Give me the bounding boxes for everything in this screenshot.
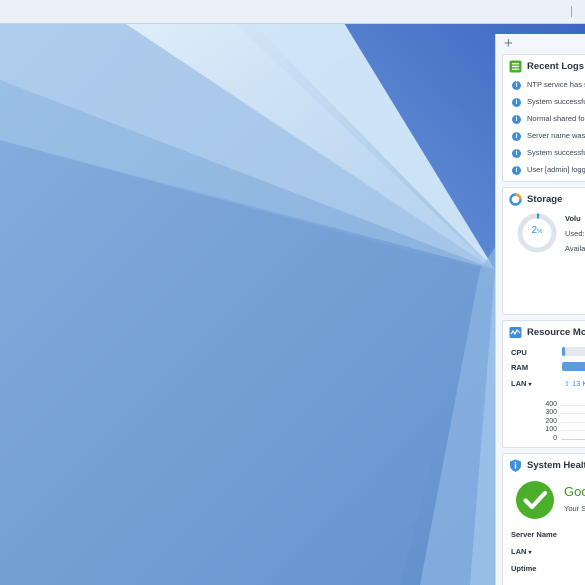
ram-usage-bar — [562, 362, 585, 371]
log-item[interactable]: i Normal shared fo — [512, 114, 585, 126]
health-status: Goo — [564, 484, 585, 499]
info-icon: i — [512, 114, 521, 124]
cpu-label: CPU — [511, 348, 527, 357]
storage-icon — [509, 193, 522, 206]
health-lan-selector[interactable]: LAN ▾ — [511, 547, 532, 556]
info-icon: i — [512, 165, 521, 175]
resource-monitor-icon — [509, 327, 522, 338]
chart-tick-label: 100 — [545, 426, 557, 433]
log-item[interactable]: i NTP service has s — [512, 80, 585, 92]
chart-tick-label: 400 — [545, 401, 557, 408]
chart-tick-label: 300 — [545, 409, 557, 416]
available-label: Availa — [565, 244, 585, 253]
resource-monitor-widget: Resource Mon CPU RAM LAN ▾ ⇧ 13 K 400 30… — [502, 320, 585, 448]
chart-baseline — [561, 439, 585, 440]
log-item[interactable]: i User [admin] logg — [512, 165, 585, 177]
volume-label: Volu — [565, 214, 581, 223]
cpu-usage-fill — [562, 347, 565, 356]
storage-title: Storage — [527, 194, 563, 205]
chart-gridline — [561, 405, 585, 406]
info-icon: i — [512, 148, 521, 158]
shield-icon — [510, 459, 521, 472]
used-label: Used: — [565, 229, 585, 238]
info-icon: i — [512, 131, 521, 141]
uptime-label: Uptime — [511, 564, 537, 573]
log-item[interactable]: i Server name was — [512, 131, 585, 143]
chart-gridline — [561, 422, 585, 423]
taskbar-divider — [571, 6, 572, 17]
server-name-label: Server Name — [511, 530, 557, 539]
chart-tick-label: 200 — [545, 418, 557, 425]
log-item[interactable]: i System successfu — [512, 97, 585, 109]
chart-tick-label: 0 — [553, 435, 557, 442]
system-health-title: System Healt — [527, 460, 585, 471]
system-health-widget: System Healt Goo Your S Server Name LAN … — [502, 453, 585, 585]
widget-panel: + Recent Logs i NTP service has s i System… — [495, 34, 585, 585]
caret-down-icon: ▾ — [528, 382, 532, 388]
check-icon — [516, 481, 554, 519]
log-item[interactable]: i System successfu — [512, 148, 585, 160]
storage-percent: 2% — [531, 225, 543, 236]
desktop-wallpaper: + Recent Logs i NTP service has s i System… — [0, 0, 585, 585]
resource-monitor-title: Resource Mon — [527, 327, 585, 338]
chart-gridline — [561, 413, 585, 414]
recent-logs-title: Recent Logs — [527, 61, 585, 72]
recent-logs-widget: Recent Logs i NTP service has s i System s… — [502, 54, 585, 182]
add-widget-button[interactable]: + — [504, 36, 518, 52]
upload-icon: ⇧ — [564, 381, 570, 388]
lan-traffic: ⇧ 13 K — [564, 379, 585, 388]
storage-widget: Storage 2% Volu Used: Availa — [502, 187, 585, 315]
ram-usage-fill — [562, 362, 585, 371]
info-icon: i — [512, 80, 521, 90]
logs-icon — [509, 60, 522, 73]
health-status-sub: Your S — [564, 504, 585, 513]
caret-down-icon: ▾ — [528, 550, 532, 556]
info-icon: i — [512, 97, 521, 107]
cpu-usage-bar — [562, 347, 585, 356]
taskbar — [0, 0, 585, 24]
chart-gridline — [561, 430, 585, 431]
lan-selector[interactable]: LAN ▾ — [511, 379, 532, 388]
ram-label: RAM — [511, 363, 529, 372]
